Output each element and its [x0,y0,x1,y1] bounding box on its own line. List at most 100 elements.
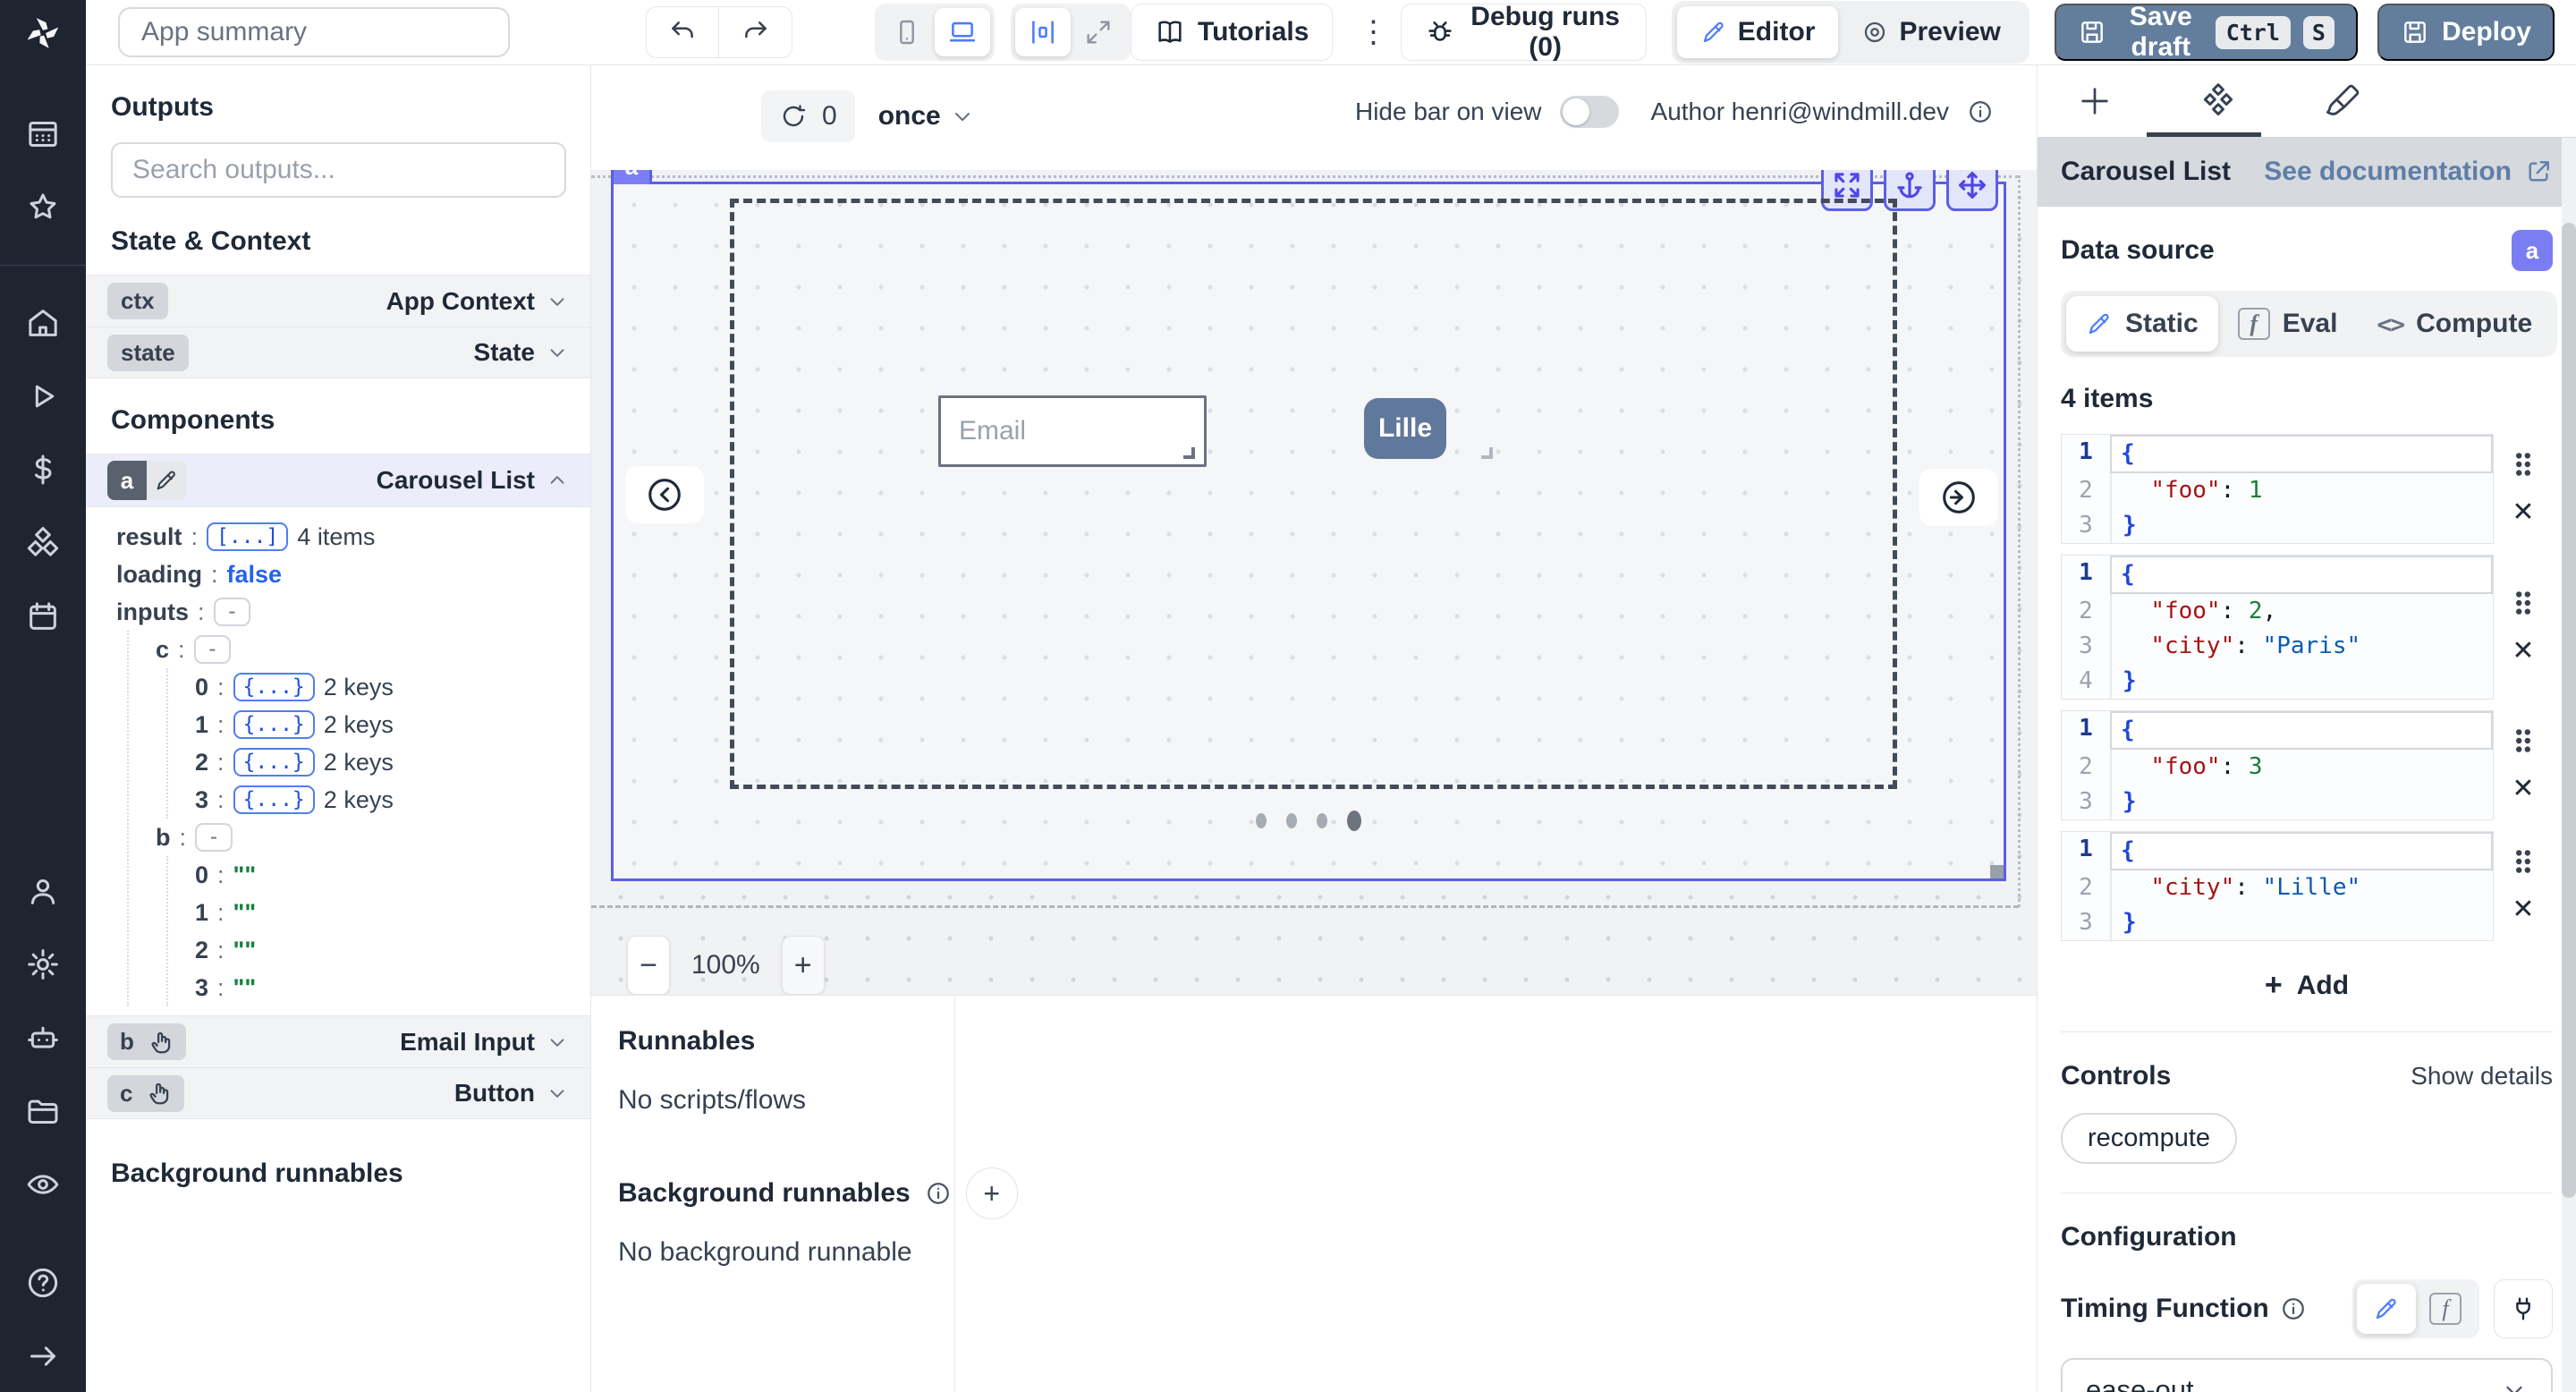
home-icon[interactable] [23,303,63,343]
chevron-down-icon[interactable] [546,290,569,313]
drag-handle-icon[interactable] [2512,589,2535,617]
tutorials-button[interactable]: Tutorials [1131,4,1333,61]
hide-bar-toggle[interactable] [1560,96,1619,128]
debug-runs-button[interactable]: Debug runs (0) [1401,4,1646,61]
audit-eye-icon[interactable] [23,1165,63,1204]
refresh-count-button[interactable]: 0 [761,90,855,142]
styling-brush-tab-icon[interactable] [2324,82,2361,120]
info-icon[interactable] [925,1180,952,1207]
lille-button[interactable]: Lille [1364,398,1446,459]
json-item-editor[interactable]: 1{2 "foo": 13} [2061,434,2494,544]
selection-id-tab[interactable]: a [611,170,652,184]
drag-handle-icon[interactable] [2512,726,2535,755]
center-align-button[interactable] [1015,8,1071,56]
workers-robot-icon[interactable] [23,1018,63,1057]
delete-item-icon[interactable]: ✕ [2512,635,2534,666]
collapse-rail-arrow-icon[interactable] [23,1337,63,1376]
eval-mode-button[interactable]: f Eval [2218,296,2358,352]
info-icon[interactable] [2280,1295,2307,1322]
add-background-runnable-button[interactable]: + [966,1167,1018,1219]
drag-handle-icon[interactable] [2512,450,2535,479]
expand-object-chip[interactable]: {...} [233,710,315,739]
help-icon[interactable] [23,1263,63,1303]
desktop-view-button[interactable] [935,8,990,56]
workspace-icon[interactable] [23,115,63,154]
favorites-star-icon[interactable] [23,188,63,227]
windmill-logo-icon[interactable] [22,13,64,54]
chevron-down-icon[interactable] [546,1082,569,1105]
deploy-button[interactable]: Deploy [2377,4,2555,61]
carousel-dot[interactable] [1286,813,1297,828]
connect-plug-button[interactable] [2494,1279,2553,1338]
timing-function-select[interactable]: ease-out [2061,1358,2553,1392]
carousel-dot[interactable] [1317,813,1327,828]
add-item-button[interactable]: + Add [2061,968,2553,1003]
collapse-chip[interactable]: - [214,598,251,626]
mobile-view-button[interactable] [879,8,935,56]
selection-resize-handle[interactable] [1990,865,2004,878]
email-input[interactable] [938,395,1207,467]
schedules-calendar-icon[interactable] [23,597,63,636]
settings-gear-icon[interactable] [23,945,63,984]
delete-item-icon[interactable]: ✕ [2512,773,2534,804]
resources-icon[interactable] [23,523,63,563]
json-item-editor[interactable]: 1{2 "foo": 33} [2061,710,2494,820]
zoom-out-button[interactable]: − [627,936,670,995]
carousel-item-dropzone[interactable] [730,199,1897,789]
resize-corner-icon[interactable] [1183,447,1195,459]
scrollbar-thumb[interactable] [2562,223,2576,1198]
scrollbar-track[interactable] [2562,138,2576,1392]
expand-object-chip[interactable]: {...} [233,673,315,701]
rename-pencil-icon[interactable] [147,461,186,500]
delete-item-icon[interactable]: ✕ [2512,497,2534,528]
component-row-button[interactable]: c Button [86,1067,590,1119]
carousel-prev-button[interactable] [625,466,704,523]
ctx-row[interactable]: ctx App Context [86,275,590,327]
chevron-down-icon[interactable] [546,341,569,364]
carousel-dot[interactable] [1256,813,1267,828]
json-item-editor[interactable]: 1{2 "foo": 2,3 "city": "Paris"4} [2061,555,2494,700]
search-outputs-input[interactable] [111,142,566,198]
insert-component-plus-icon[interactable] [2077,83,2113,119]
see-documentation-link[interactable]: See documentation [2264,157,2553,187]
component-settings-tab-icon[interactable] [2199,81,2238,121]
collapse-chip[interactable]: - [194,635,232,664]
move-component-icon[interactable] [1946,170,1998,211]
undo-button[interactable] [646,6,719,58]
runs-play-icon[interactable] [23,377,63,416]
redo-button[interactable] [719,6,792,58]
chevron-down-icon[interactable] [546,1031,569,1054]
state-row[interactable]: state State [86,327,590,378]
component-row-email[interactable]: b Email Input [86,1015,590,1067]
drag-handle-icon[interactable] [2512,847,2535,876]
static-pencil-button[interactable] [2357,1284,2416,1334]
refresh-mode-select[interactable]: once [878,101,975,132]
selected-carousel-component[interactable]: a Lille [611,182,2006,881]
expand-array-chip[interactable]: [...] [207,522,288,551]
expand-object-chip[interactable]: {...} [233,748,315,777]
expand-object-chip[interactable]: {...} [233,785,315,814]
collapse-chip[interactable]: - [195,823,233,852]
folders-icon[interactable] [23,1091,63,1131]
eval-function-button[interactable]: f [2416,1284,2475,1334]
static-mode-button[interactable]: Static [2066,296,2218,352]
zoom-in-button[interactable]: + [782,936,825,995]
carousel-dot-active[interactable] [1347,811,1361,831]
chevron-up-icon[interactable] [546,469,569,492]
json-item-editor[interactable]: 1{2 "city": "Lille"3} [2061,831,2494,941]
app-summary-input[interactable] [118,7,510,57]
more-options-kebab-icon[interactable]: ⋮ [1358,14,1376,50]
app-canvas[interactable]: a Lille − 100% + [591,170,2037,995]
recompute-pill-button[interactable]: recompute [2061,1113,2237,1164]
variables-dollar-icon[interactable] [23,450,63,489]
info-icon[interactable] [1967,98,1994,125]
compute-mode-button[interactable]: <> Compute [2357,296,2552,352]
users-icon[interactable] [23,871,63,911]
show-details-link[interactable]: Show details [2411,1062,2553,1091]
resize-corner-icon[interactable] [1481,447,1493,459]
editor-tab[interactable]: Editor [1677,6,1839,58]
preview-tab[interactable]: Preview [1838,6,2023,58]
delete-item-icon[interactable]: ✕ [2512,894,2534,925]
fullscreen-button[interactable] [1071,8,1126,56]
component-row-carousel[interactable]: a Carousel List [86,454,590,507]
